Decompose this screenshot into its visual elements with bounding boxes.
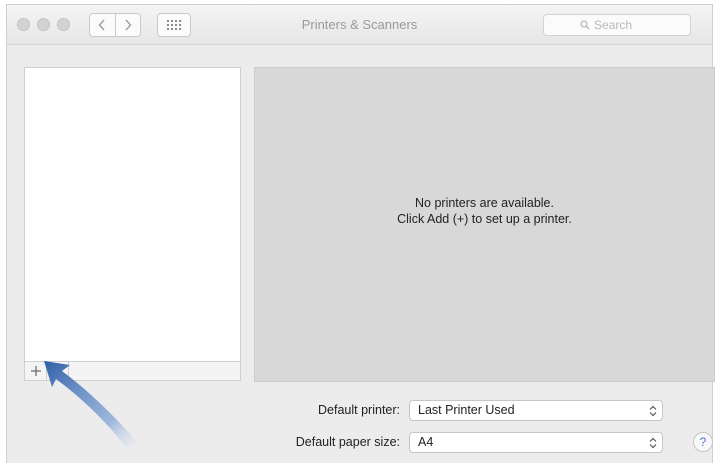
help-button[interactable]: ? xyxy=(693,432,713,452)
default-printer-label: Default printer: xyxy=(318,403,400,417)
printer-detail-pane: No printers are available. Click Add (+)… xyxy=(254,67,715,382)
search-icon xyxy=(580,20,590,30)
printer-list[interactable] xyxy=(24,67,241,362)
default-printer-value: Last Printer Used xyxy=(418,403,515,417)
default-paper-size-label: Default paper size: xyxy=(295,435,400,449)
search-field[interactable] xyxy=(543,14,691,36)
default-paper-size-value: A4 xyxy=(418,435,434,449)
default-paper-size-popup[interactable]: A4 xyxy=(409,432,663,453)
title-bar: Printers & Scanners xyxy=(7,5,712,45)
add-instruction-line: Click Add (+) to set up a printer. xyxy=(397,212,572,226)
up-down-arrows-icon xyxy=(649,405,657,417)
no-printers-line: No printers are available. xyxy=(415,196,554,210)
up-down-arrows-icon xyxy=(649,437,657,449)
default-printer-popup[interactable]: Last Printer Used xyxy=(409,400,663,421)
search-input[interactable] xyxy=(594,18,654,32)
annotation-arrow-icon xyxy=(44,361,140,447)
no-printers-message: No printers are available. Click Add (+)… xyxy=(255,195,714,227)
